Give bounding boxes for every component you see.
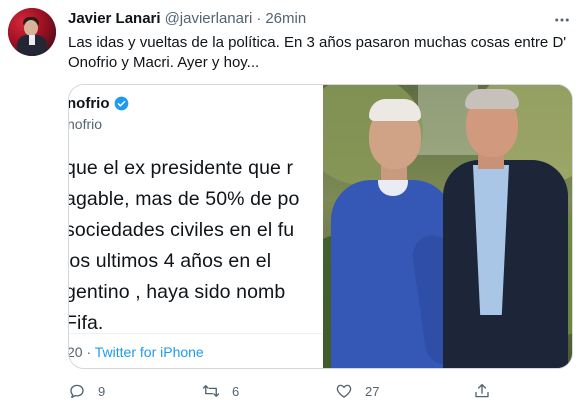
media-photo-right[interactable] <box>323 85 572 368</box>
screenshot-divider <box>69 333 322 334</box>
author-handle[interactable]: @javierlanari <box>165 10 253 27</box>
tweet-actions: 9 6 27 <box>68 380 573 402</box>
retweet-icon <box>202 385 220 397</box>
retweet-count: 6 <box>232 383 240 399</box>
separator-dot: · <box>256 10 262 27</box>
screenshot-line: los ultimos 4 años en el <box>69 250 272 272</box>
avatar-shirt <box>29 35 35 45</box>
screenshot-line: agable, mas de 50% de po <box>69 188 300 210</box>
screenshot-line: gentino , haya sido nomb <box>69 281 286 303</box>
reply-count: 9 <box>98 383 106 399</box>
screenshot-footer-time: 20 <box>69 344 83 360</box>
screenshot-author-handle: nofrio <box>69 116 103 132</box>
tweet-header: Javier Lanari @javierlanari · 26min <box>68 10 306 30</box>
like-icon <box>336 384 352 398</box>
tweet[interactable]: Javier Lanari @javierlanari · 26min Las … <box>0 0 587 406</box>
screenshot-author-name-text: nofrio <box>69 95 110 112</box>
author-name[interactable]: Javier Lanari <box>68 10 161 27</box>
screenshot-line: Fifa. <box>69 312 104 334</box>
screenshot-footer: 20 · Twitter for iPhone <box>69 344 204 360</box>
tweet-text: Las idas y vueltas de la política. En 3 … <box>68 34 567 71</box>
tweet-timestamp[interactable]: 26min <box>265 10 306 27</box>
retweet-button[interactable]: 6 <box>202 380 239 402</box>
avatar[interactable] <box>8 8 56 56</box>
screenshot-text: que el ex presidente que r agable, mas d… <box>69 153 299 339</box>
screenshot-author-name: nofrio <box>69 95 129 112</box>
tweet-media[interactable]: nofrio nofrio que el ex presidente que r… <box>68 84 573 369</box>
more-options-button[interactable] <box>548 6 576 34</box>
person-right-hair <box>465 89 519 109</box>
verified-badge-icon <box>114 96 128 111</box>
screenshot-line: que el ex presidente que r <box>69 157 294 179</box>
share-icon <box>475 383 489 398</box>
share-button[interactable] <box>473 380 491 402</box>
reply-button[interactable]: 9 <box>68 380 105 402</box>
reply-icon <box>70 384 84 399</box>
screenshot-footer-source: Twitter for iPhone <box>94 344 204 360</box>
like-count: 27 <box>365 383 380 399</box>
person-left-hair <box>369 99 421 121</box>
media-screenshot-left[interactable]: nofrio nofrio que el ex presidente que r… <box>69 85 322 368</box>
avatar-face <box>24 20 38 36</box>
like-button[interactable]: 27 <box>335 380 379 402</box>
screenshot-line: sociedades civiles en el fu <box>69 219 295 241</box>
more-icon <box>555 18 569 22</box>
screenshot-footer-separator: · <box>82 344 95 360</box>
